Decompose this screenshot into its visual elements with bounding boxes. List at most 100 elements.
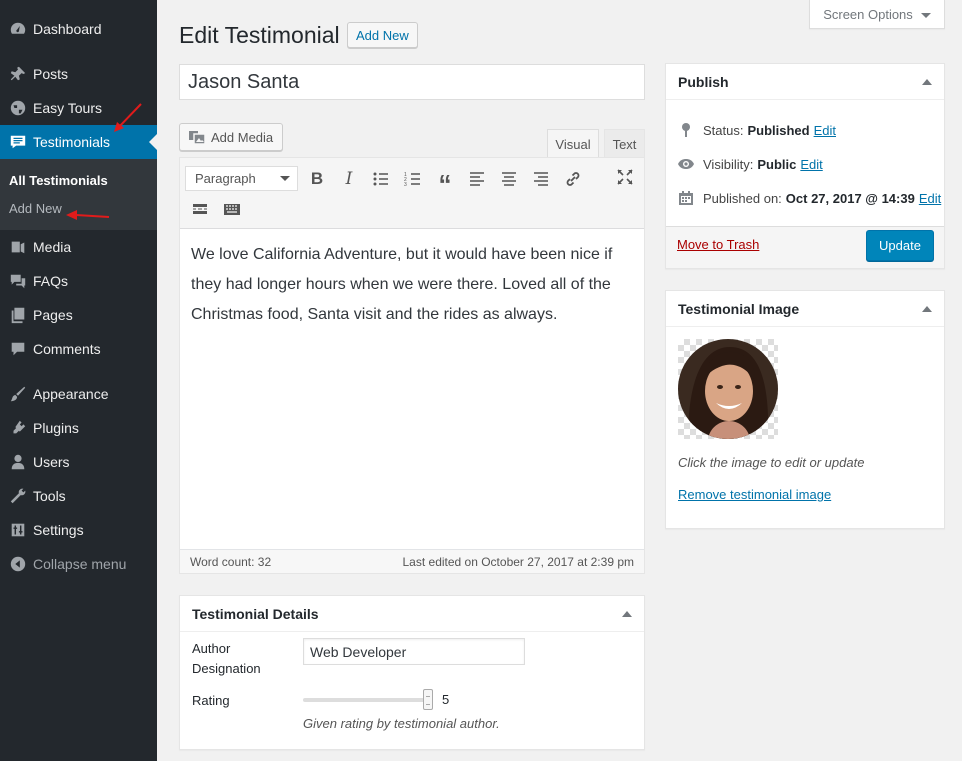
add-media-label: Add Media xyxy=(211,129,274,145)
update-button[interactable]: Update xyxy=(866,230,934,261)
screen-options-label: Screen Options xyxy=(823,6,913,22)
menu-label: Comments xyxy=(33,341,101,357)
italic-icon[interactable]: I xyxy=(335,165,363,193)
box-title: Publish xyxy=(678,73,729,90)
menu-settings[interactable]: Settings xyxy=(0,513,157,547)
screen-options-button[interactable]: Screen Options xyxy=(809,0,945,29)
align-right-icon[interactable] xyxy=(527,165,555,193)
blockquote-icon[interactable]: “ xyxy=(431,165,459,199)
image-caption: Click the image to edit or update xyxy=(678,455,865,470)
menu-label: Tools xyxy=(33,488,66,504)
status-row: Status: Published Edit xyxy=(678,122,836,138)
menu-easy-tours[interactable]: Easy Tours xyxy=(0,91,157,125)
designation-label: Author Designation xyxy=(192,641,261,676)
edit-date-link[interactable]: Edit xyxy=(919,191,941,206)
calendar-icon xyxy=(679,191,693,205)
word-count: Word count: 32 xyxy=(190,554,272,569)
menu-label: Media xyxy=(33,239,72,255)
media-icon xyxy=(0,238,33,256)
publish-header[interactable]: Publish xyxy=(666,64,944,100)
pages-icon xyxy=(0,306,33,324)
menu-users[interactable]: Users xyxy=(0,445,157,479)
menu-pages[interactable]: Pages xyxy=(0,298,157,332)
submenu-add-new[interactable]: Add New xyxy=(9,201,62,216)
remove-image-link[interactable]: Remove testimonial image xyxy=(678,487,831,502)
svg-text:3: 3 xyxy=(404,182,407,188)
published-value: Oct 27, 2017 @ 14:39 xyxy=(785,190,915,206)
publish-actions: Move to Trash Update xyxy=(666,226,944,268)
last-edited: Last edited on October 27, 2017 at 2:39 … xyxy=(402,554,635,569)
menu-comments[interactable]: Comments xyxy=(0,332,157,366)
rating-slider-track[interactable] xyxy=(303,698,428,702)
post-title-input[interactable]: Jason Santa xyxy=(179,64,645,100)
tab-text[interactable]: Text xyxy=(604,129,645,158)
edit-status-link[interactable]: Edit xyxy=(814,123,836,138)
align-center-icon[interactable] xyxy=(495,165,523,193)
rating-slider-handle[interactable] xyxy=(423,689,433,710)
menu-testimonials[interactable]: Testimonials xyxy=(0,125,157,159)
menu-appearance[interactable]: Appearance xyxy=(0,377,157,411)
menu-label: FAQs xyxy=(33,273,69,289)
testimonial-details-box: Testimonial Details Author Designation W… xyxy=(179,595,645,750)
add-new-button[interactable]: Add New xyxy=(347,22,418,48)
wrench-icon xyxy=(0,487,33,505)
testimonial-details-header[interactable]: Testimonial Details xyxy=(180,596,644,632)
visibility-value: Public xyxy=(757,156,797,172)
add-media-button[interactable]: Add Media xyxy=(179,123,284,151)
eye-icon xyxy=(678,159,694,169)
menu-media[interactable]: Media xyxy=(0,230,157,264)
testimonial-image[interactable] xyxy=(678,339,778,439)
pin-icon xyxy=(0,65,33,83)
published-row: Published on: Oct 27, 2017 @ 14:39 Edit xyxy=(678,190,941,206)
menu-tools[interactable]: Tools xyxy=(0,479,157,513)
rating-help-text: Given rating by testimonial author. xyxy=(303,716,500,731)
visibility-row: Visibility: Public Edit xyxy=(678,156,823,172)
move-to-trash-link[interactable]: Move to Trash xyxy=(677,237,759,252)
menu-plugins[interactable]: Plugins xyxy=(0,411,157,445)
numbered-list-icon[interactable]: 123 xyxy=(399,165,427,193)
rating-value: 5 xyxy=(442,692,450,707)
bold-icon[interactable]: B xyxy=(303,165,331,193)
toolbar-toggle-icon[interactable] xyxy=(218,195,246,223)
menu-label: Settings xyxy=(33,522,84,538)
menu-label: Easy Tours xyxy=(33,100,102,116)
status-label: Status: xyxy=(703,122,744,138)
collapse-arrow-icon[interactable] xyxy=(922,78,932,85)
fullscreen-icon[interactable] xyxy=(611,163,639,191)
read-more-icon[interactable] xyxy=(186,195,214,223)
admin-sidebar: Dashboard Posts Easy Tours Testimonials … xyxy=(0,0,157,761)
designation-input[interactable]: Web Developer xyxy=(303,638,525,665)
menu-dashboard[interactable]: Dashboard xyxy=(0,12,157,46)
edit-visibility-link[interactable]: Edit xyxy=(800,157,822,172)
brush-icon xyxy=(0,385,33,403)
avatar[interactable] xyxy=(678,339,778,439)
collapse-arrow-icon[interactable] xyxy=(922,305,932,312)
pin-icon xyxy=(682,123,690,137)
menu-posts[interactable]: Posts xyxy=(0,57,157,91)
testimonial-image-box: Testimonial Image Click the image to edi… xyxy=(665,290,945,529)
editor-body[interactable]: We love California Adventure, but it wou… xyxy=(191,240,639,330)
menu-collapse[interactable]: Collapse menu xyxy=(0,547,157,581)
format-select[interactable]: Paragraph xyxy=(185,166,298,191)
link-icon[interactable] xyxy=(559,165,587,193)
content-editor: Paragraph B I 123 “ We love California A… xyxy=(179,157,645,574)
caret-down-icon xyxy=(920,12,931,18)
submenu-all-testimonials[interactable]: All Testimonials xyxy=(9,173,108,188)
tab-visual[interactable]: Visual xyxy=(547,129,599,158)
testimonial-image-header[interactable]: Testimonial Image xyxy=(666,291,944,327)
dashboard-icon xyxy=(0,20,33,38)
menu-faqs[interactable]: FAQs xyxy=(0,264,157,298)
collapse-arrow-icon[interactable] xyxy=(622,610,632,617)
menu-label: Dashboard xyxy=(33,21,102,37)
align-left-icon[interactable] xyxy=(463,165,491,193)
settings-icon xyxy=(0,521,33,539)
menu-label: Collapse menu xyxy=(33,556,127,572)
bullet-list-icon[interactable] xyxy=(367,165,395,193)
users-icon xyxy=(0,453,33,471)
menu-label: Posts xyxy=(33,66,69,82)
rating-label: Rating xyxy=(192,693,230,708)
visibility-label: Visibility: xyxy=(703,156,754,172)
menu-label: Users xyxy=(33,454,70,470)
page-title: Edit Testimonial xyxy=(179,22,340,48)
format-select-value: Paragraph xyxy=(195,171,256,186)
